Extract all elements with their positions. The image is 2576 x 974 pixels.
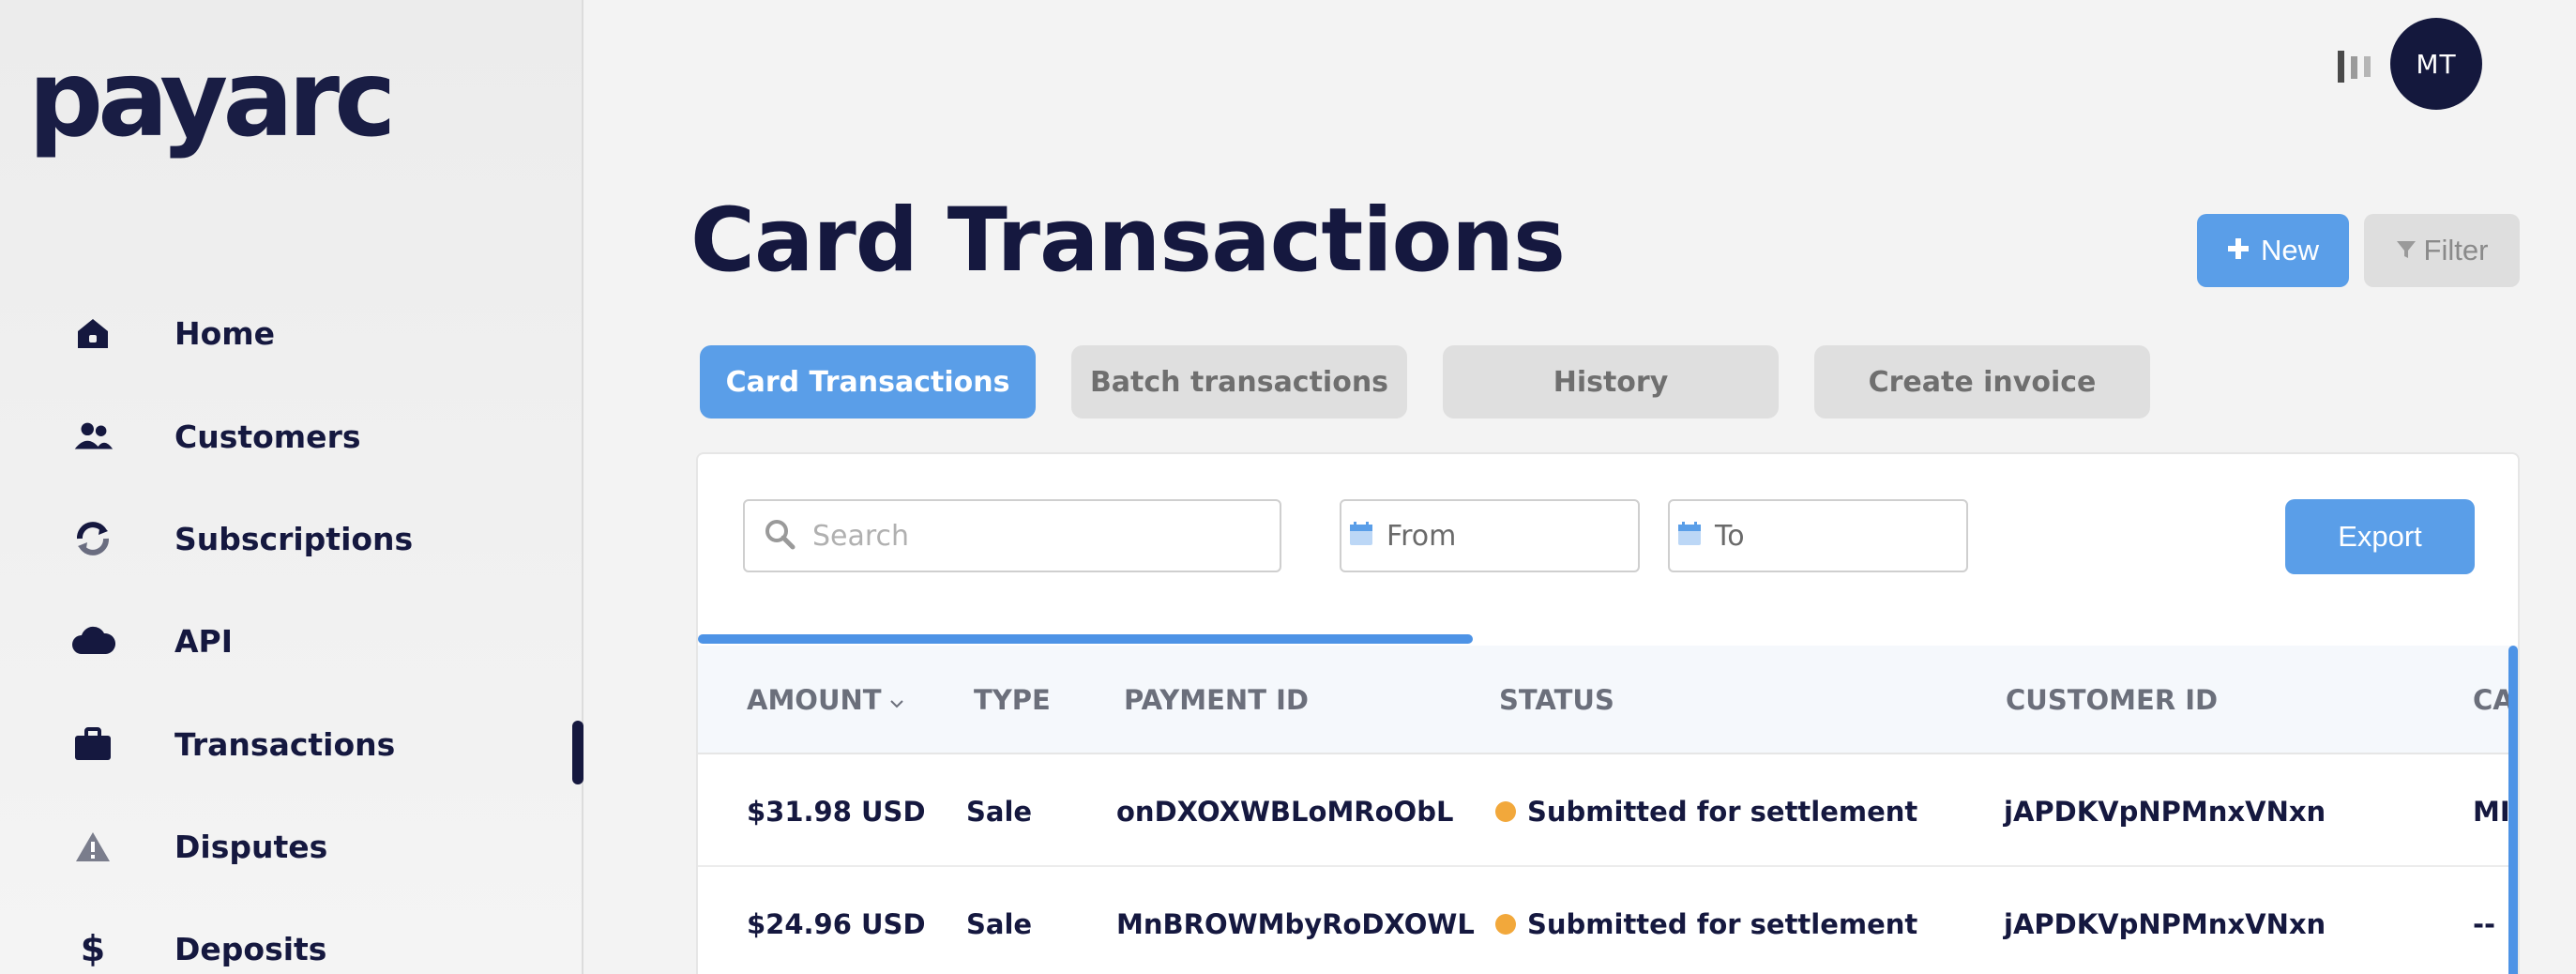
table-row[interactable]: $31.98 USD Sale onDXOXWBLoMRoObL Submitt… <box>698 756 2518 867</box>
from-date-field[interactable]: From <box>1340 499 1640 572</box>
calendar-icon <box>1677 522 1702 550</box>
column-header-payment-id[interactable]: PAYMENT ID <box>1124 646 1309 754</box>
export-button[interactable]: Export <box>2285 499 2475 574</box>
new-button-label: New <box>2260 234 2319 266</box>
users-icon <box>69 413 116 460</box>
vertical-scrollbar[interactable] <box>2508 646 2518 974</box>
chevron-down-icon <box>889 684 904 716</box>
filter-button[interactable]: Filter <box>2364 214 2520 287</box>
briefcase-icon <box>69 721 116 768</box>
search-input[interactable] <box>812 519 1225 553</box>
column-header-type[interactable]: TYPE <box>974 646 1051 754</box>
status-text: Submitted for settlement <box>1527 908 1918 940</box>
cell-type: Sale <box>966 908 1033 940</box>
tab-create-invoice[interactable]: Create invoice <box>1814 345 2150 419</box>
cell-payment-id[interactable]: onDXOXWBLoMRoObL <box>1116 756 1453 867</box>
sidebar-item-label: Subscriptions <box>174 520 414 557</box>
plus-icon <box>2227 234 2250 267</box>
sidebar-item-subscriptions[interactable]: Subscriptions <box>0 496 583 581</box>
column-header-status[interactable]: STATUS <box>1499 646 1614 754</box>
home-icon <box>69 310 116 357</box>
sidebar-item-home[interactable]: Home <box>0 291 583 375</box>
calendar-icon <box>1349 522 1373 550</box>
table-scroll-progress <box>698 634 2518 644</box>
to-date-label: To <box>1715 519 1745 553</box>
search-field[interactable] <box>743 499 1281 572</box>
sidebar-item-customers[interactable]: Customers <box>0 394 583 479</box>
tab-batch-transactions[interactable]: Batch transactions <box>1071 345 1407 419</box>
funnel-icon <box>2396 234 2417 267</box>
tab-card-transactions[interactable]: Card Transactions <box>700 345 1036 419</box>
active-indicator <box>572 721 583 784</box>
cell-type: Sale <box>966 796 1033 828</box>
status-dot <box>1495 801 1516 822</box>
tab-history[interactable]: History <box>1443 345 1779 419</box>
filter-button-label: Filter <box>2423 234 2489 266</box>
user-avatar[interactable]: MT <box>2390 18 2482 110</box>
cell-status: Submitted for settlement <box>1495 869 1917 974</box>
refresh-icon <box>69 515 116 562</box>
table-row[interactable]: $24.96 USD Sale MnBROWMbyRoDXOWL Submitt… <box>698 869 2518 974</box>
sidebar-item-label: Deposits <box>174 930 327 967</box>
cell-truncated: -- <box>2473 908 2496 940</box>
transactions-card: From To Export AMOUNT TYPE PAYMENT ID ST… <box>696 452 2520 974</box>
sidebar-item-api[interactable]: API <box>0 599 583 683</box>
to-date-field[interactable]: To <box>1668 499 1968 572</box>
sidebar-item-label: Customers <box>174 418 361 455</box>
payarc-logo[interactable]: payarc <box>28 47 397 152</box>
cell-status: Submitted for settlement <box>1495 756 1917 867</box>
column-header-amount[interactable]: AMOUNT <box>747 646 904 754</box>
sidebar: payarc Home Customers Subscriptions API <box>0 0 583 974</box>
search-icon <box>764 518 796 554</box>
cell-customer-id[interactable]: jAPDKVpNPMnxVNxn <box>2004 756 2326 867</box>
sidebar-item-transactions[interactable]: Transactions <box>0 702 583 786</box>
cell-customer-id[interactable]: jAPDKVpNPMnxVNxn <box>2004 869 2326 974</box>
cloud-icon <box>69 617 116 664</box>
table-scroll-progress-fill <box>698 634 1473 644</box>
table-header: AMOUNT TYPE PAYMENT ID STATUS CUSTOMER I… <box>698 646 2518 754</box>
sidebar-item-label: API <box>174 622 234 660</box>
cell-amount: $24.96 USD <box>747 908 926 940</box>
sidebar-item-disputes[interactable]: Disputes <box>0 804 583 889</box>
cell-amount: $31.98 USD <box>747 796 926 828</box>
dollar-icon: $ <box>80 928 106 969</box>
sidebar-item-label: Transactions <box>174 725 396 763</box>
warning-icon <box>69 823 116 870</box>
status-text: Submitted for settlement <box>1527 796 1918 828</box>
cell-payment-id[interactable]: MnBROWMbyRoDXOWL <box>1116 869 1475 974</box>
signal-bars-icon[interactable] <box>2336 49 2377 84</box>
page-title: Card Transactions <box>690 190 1566 292</box>
sidebar-item-label: Disputes <box>174 828 328 865</box>
status-dot <box>1495 914 1516 935</box>
from-date-label: From <box>1386 519 1457 553</box>
sidebar-item-deposits[interactable]: $ Deposits <box>0 906 583 974</box>
column-header-customer-id[interactable]: CUSTOMER ID <box>2006 646 2218 754</box>
sidebar-item-label: Home <box>174 314 276 352</box>
new-button[interactable]: New <box>2197 214 2349 287</box>
